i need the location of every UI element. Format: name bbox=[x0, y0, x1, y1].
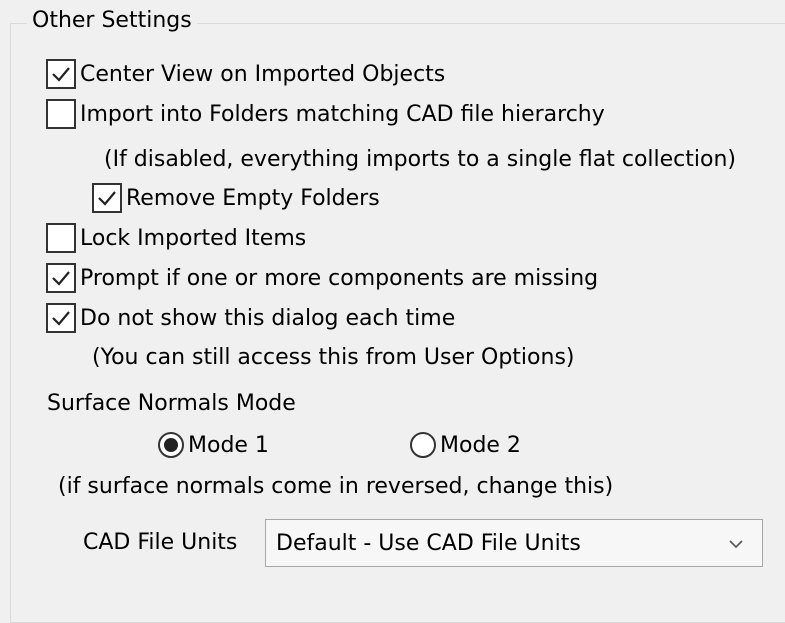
prompt-missing-checkbox-row[interactable]: Prompt if one or more components are mis… bbox=[46, 258, 598, 298]
do-not-show-checkbox[interactable] bbox=[46, 303, 76, 333]
radio-mode-2-circle[interactable] bbox=[410, 432, 436, 458]
radio-mode-2[interactable]: Mode 2 bbox=[410, 432, 521, 458]
checkmark-icon bbox=[98, 191, 116, 206]
cad-units-label: CAD File Units bbox=[83, 530, 238, 555]
lock-imported-label: Lock Imported Items bbox=[80, 225, 307, 251]
import-folders-checkbox[interactable] bbox=[46, 99, 76, 129]
center-view-label: Center View on Imported Objects bbox=[80, 61, 446, 87]
folders-note: (If disabled, everything imports to a si… bbox=[104, 147, 736, 172]
group-title: Other Settings bbox=[27, 2, 197, 40]
checkmark-icon bbox=[52, 311, 70, 326]
do-not-show-label: Do not show this dialog each time bbox=[80, 305, 456, 331]
user-options-note: (You can still access this from User Opt… bbox=[92, 345, 575, 370]
center-view-checkbox-row[interactable]: Center View on Imported Objects bbox=[46, 54, 445, 94]
prompt-missing-label: Prompt if one or more components are mis… bbox=[80, 265, 599, 291]
do-not-show-checkbox-row[interactable]: Do not show this dialog each time bbox=[46, 298, 455, 338]
checkmark-icon bbox=[52, 271, 70, 286]
radio-mode-1-circle[interactable] bbox=[158, 432, 184, 458]
import-folders-checkbox-row[interactable]: Import into Folders matching CAD file hi… bbox=[46, 94, 605, 134]
radio-mode-2-label: Mode 2 bbox=[440, 432, 521, 458]
remove-empty-folders-checkbox-row[interactable]: Remove Empty Folders bbox=[92, 178, 380, 218]
radio-mode-1[interactable]: Mode 1 bbox=[158, 432, 269, 458]
surface-normals-heading: Surface Normals Mode bbox=[47, 391, 296, 416]
lock-imported-checkbox-row[interactable]: Lock Imported Items bbox=[46, 218, 306, 258]
remove-empty-folders-checkbox[interactable] bbox=[92, 183, 122, 213]
normals-note: (if surface normals come in reversed, ch… bbox=[58, 474, 614, 499]
cad-units-select[interactable]: Default - Use CAD File Units bbox=[265, 519, 763, 567]
cad-units-value: Default - Use CAD File Units bbox=[276, 530, 581, 556]
chevron-down-icon[interactable] bbox=[726, 534, 746, 554]
prompt-missing-checkbox[interactable] bbox=[46, 263, 76, 293]
radio-mode-1-label: Mode 1 bbox=[188, 432, 269, 458]
checkmark-icon bbox=[52, 67, 70, 82]
import-folders-label: Import into Folders matching CAD file hi… bbox=[80, 101, 605, 127]
center-view-checkbox[interactable] bbox=[46, 59, 76, 89]
lock-imported-checkbox[interactable] bbox=[46, 223, 76, 253]
remove-empty-folders-label: Remove Empty Folders bbox=[126, 185, 380, 211]
